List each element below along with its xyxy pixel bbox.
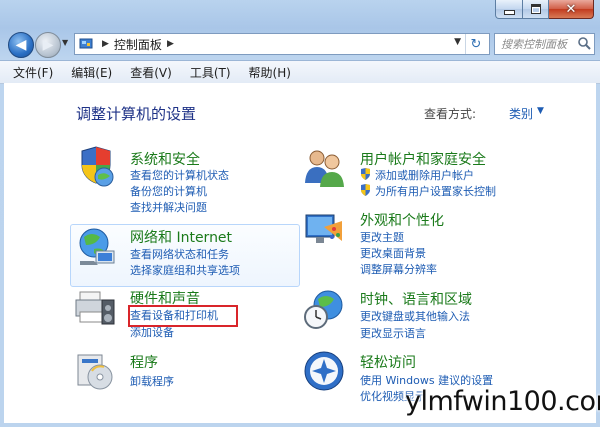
address-dropdown-icon[interactable]: ▼ <box>454 37 461 47</box>
link-backup-computer[interactable]: 备份您的计算机 <box>130 183 207 199</box>
category-appearance[interactable]: 外观和个性化 更改主题 更改桌面背景 调整屏幕分辨率 <box>302 207 582 277</box>
users-icon <box>305 150 344 187</box>
link-homegroup-sharing[interactable]: 选择家庭组和共享选项 <box>130 262 240 278</box>
uac-shield-icon <box>361 168 370 180</box>
category-title[interactable]: 外观和个性化 <box>360 210 444 230</box>
maximize-icon <box>530 4 541 14</box>
programs-disc-icon <box>77 354 113 390</box>
page-title: 调整计算机的设置 <box>76 105 197 123</box>
maximize-button[interactable] <box>523 0 549 19</box>
back-arrow-icon: ◀ <box>15 37 27 53</box>
window-frame: ✕ ◀ ▶ ▼ ▶ 控制面板 ▶ ▼ ↻ 搜索控制面板 文件(F) 编辑(E) … <box>0 0 600 427</box>
shield-globe-icon <box>81 146 114 187</box>
link-find-fix-problems[interactable]: 查找并解决问题 <box>130 199 207 215</box>
category-network-internet[interactable]: 网络和 Internet 查看网络状态和任务 选择家庭组和共享选项 <box>74 225 294 283</box>
menu-file[interactable]: 文件(F) <box>13 64 53 81</box>
search-icon[interactable] <box>577 36 591 50</box>
breadcrumb-separator-icon: ▶ <box>102 39 109 49</box>
menu-bar: 文件(F) 编辑(E) 查看(V) 工具(T) 帮助(H) <box>0 60 600 84</box>
link-change-keyboard-input[interactable]: 更改键盘或其他输入法 <box>360 308 470 324</box>
minimize-icon <box>503 9 515 15</box>
printer-speaker-icon <box>75 291 115 325</box>
menu-edit[interactable]: 编辑(E) <box>71 64 112 81</box>
view-by-dropdown-icon[interactable]: ▼ <box>537 106 544 116</box>
uac-shield-icon <box>361 184 370 196</box>
watermark-text: ylmfwin100.com <box>405 386 600 417</box>
view-by-dropdown[interactable]: 类别 <box>509 105 533 122</box>
category-system-security[interactable]: 系统和安全 查看您的计算机状态 备份您的计算机 查找并解决问题 <box>74 145 294 215</box>
link-parental-controls[interactable]: 为所有用户设置家长控制 <box>375 183 496 199</box>
control-panel-content: 调整计算机的设置 查看方式: 类别 ▼ 系统和安全 查看您的计算机状态 备份您的… <box>4 83 596 423</box>
link-uninstall-program[interactable]: 卸载程序 <box>130 373 174 389</box>
link-view-computer-status[interactable]: 查看您的计算机状态 <box>130 167 229 183</box>
category-title[interactable]: 轻松访问 <box>360 352 416 372</box>
category-title[interactable]: 用户帐户和家庭安全 <box>360 149 486 169</box>
link-change-theme[interactable]: 更改主题 <box>360 229 404 245</box>
recent-pages-dropdown-icon[interactable]: ▼ <box>62 38 68 47</box>
forward-arrow-icon: ▶ <box>42 37 54 53</box>
category-clock-language-region[interactable]: 时钟、语言和区域 更改键盘或其他输入法 更改显示语言 <box>302 287 582 342</box>
search-placeholder: 搜索控制面板 <box>501 38 567 51</box>
window-controls: ✕ <box>495 0 594 19</box>
search-field[interactable]: 搜索控制面板 <box>494 33 595 55</box>
breadcrumb-control-panel[interactable]: 控制面板 <box>114 36 162 53</box>
menu-view[interactable]: 查看(V) <box>130 64 172 81</box>
category-title[interactable]: 网络和 Internet <box>130 227 232 247</box>
refresh-icon[interactable]: ↻ <box>465 34 486 54</box>
link-view-network-status[interactable]: 查看网络状态和任务 <box>130 246 229 262</box>
close-button[interactable]: ✕ <box>549 0 594 19</box>
monitor-palette-icon <box>305 214 342 243</box>
link-change-display-language[interactable]: 更改显示语言 <box>360 325 426 341</box>
control-panel-icon <box>79 38 93 49</box>
menu-help[interactable]: 帮助(H) <box>249 64 291 81</box>
category-title[interactable]: 时钟、语言和区域 <box>360 289 472 309</box>
ease-of-access-icon <box>304 351 344 391</box>
network-globe-icon <box>79 228 115 265</box>
link-adjust-screen-resolution[interactable]: 调整屏幕分辨率 <box>360 261 437 277</box>
category-title[interactable]: 系统和安全 <box>130 149 200 169</box>
address-bar[interactable]: ▶ 控制面板 ▶ ▼ ↻ <box>74 33 490 55</box>
forward-button[interactable]: ▶ <box>35 32 61 58</box>
breadcrumb-separator-icon: ▶ <box>166 39 174 49</box>
minimize-button[interactable] <box>495 0 523 19</box>
back-button[interactable]: ◀ <box>8 32 34 58</box>
view-by-label: 查看方式: <box>424 107 477 121</box>
highlight-annotation-box <box>128 305 238 327</box>
category-programs[interactable]: 程序 卸载程序 <box>74 349 294 399</box>
link-change-desktop-background[interactable]: 更改桌面背景 <box>360 245 426 261</box>
menu-tools[interactable]: 工具(T) <box>190 64 231 81</box>
link-add-remove-user-accounts[interactable]: 添加或删除用户帐户 <box>375 167 474 183</box>
category-user-accounts[interactable]: 用户帐户和家庭安全 添加或删除用户帐户 为所有用户设置家长控制 <box>302 145 582 205</box>
close-icon: ✕ <box>565 1 577 17</box>
category-title[interactable]: 程序 <box>130 352 158 372</box>
clock-globe-icon <box>304 290 343 329</box>
